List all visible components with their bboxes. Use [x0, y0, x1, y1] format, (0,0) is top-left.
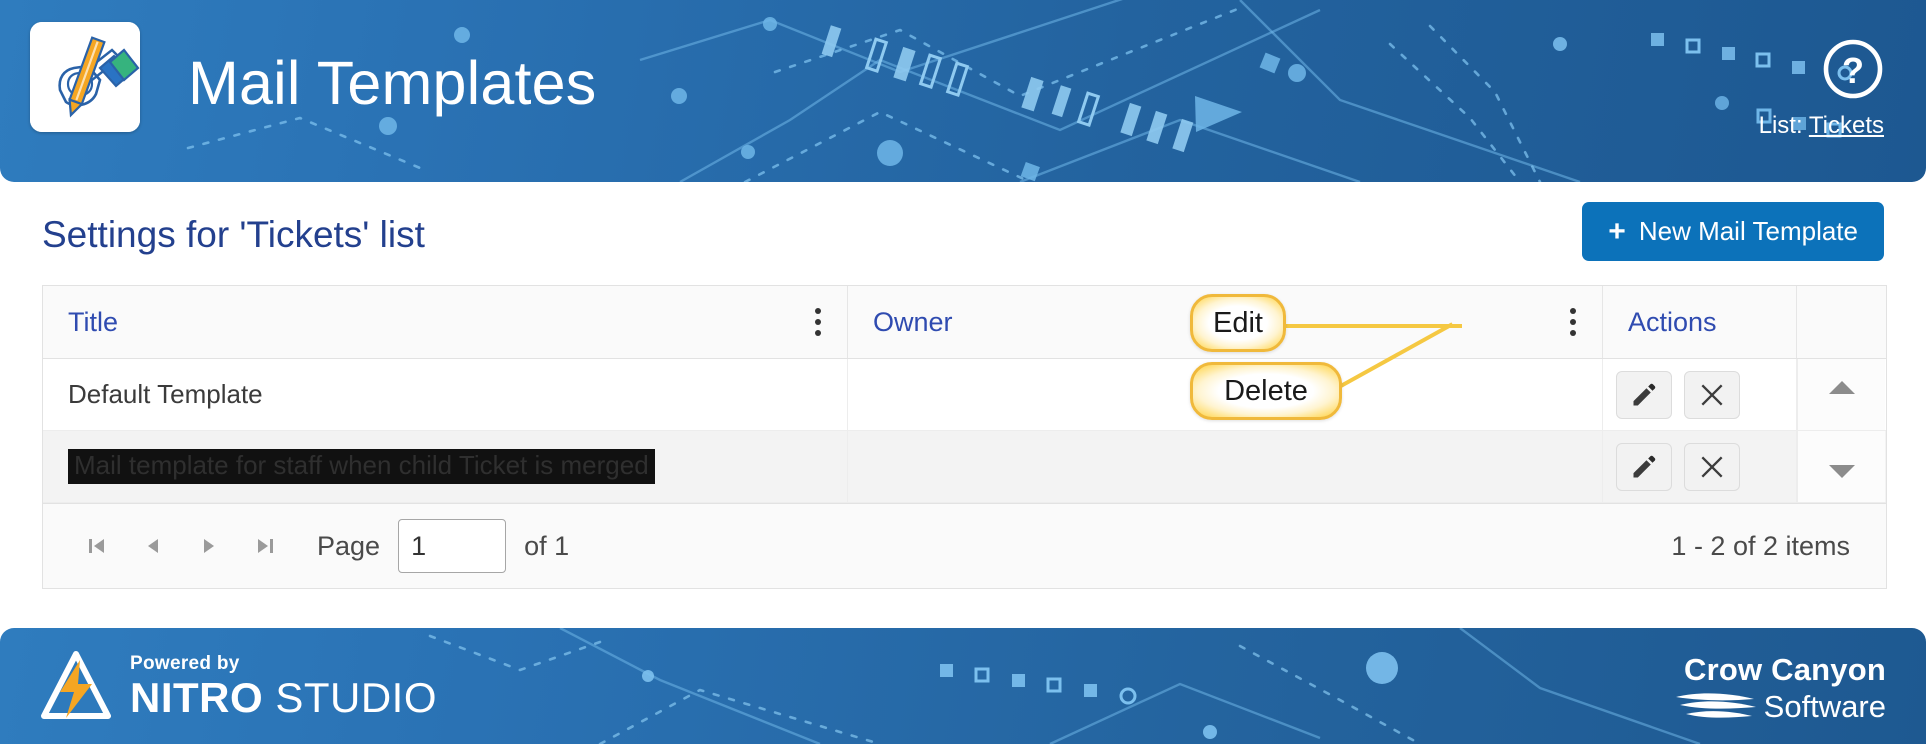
new-mail-template-label: New Mail Template — [1638, 216, 1858, 246]
grid-vertical-scrollbar[interactable] — [1797, 359, 1885, 430]
table-row[interactable]: Mail template for staff when child Ticke… — [43, 431, 1886, 503]
row-title-text-highlighted: Mail template for staff when child Ticke… — [68, 449, 655, 484]
nitro-text-block: Powered by NITRO STUDIO — [130, 654, 437, 719]
powered-by-label: Powered by — [130, 652, 240, 674]
nitro-light-label: STUDIO — [263, 673, 437, 721]
triangle-down-icon[interactable] — [1827, 457, 1857, 488]
table-row[interactable]: Default Template — [43, 359, 1886, 431]
previous-page-button[interactable] — [125, 518, 181, 574]
mail-templates-grid: Title Owner Actions Default Template Mai… — [42, 285, 1887, 589]
new-mail-template-button[interactable]: + New Mail Template — [1582, 202, 1884, 261]
pencil-icon — [1633, 383, 1656, 405]
crow-canyon-software-row: Software — [1672, 689, 1886, 723]
cell-actions — [1603, 359, 1797, 430]
kebab-menu-icon[interactable] — [1562, 305, 1584, 339]
edit-button[interactable] — [1616, 442, 1672, 491]
row-title-text: Default Template — [68, 379, 263, 409]
list-prefix-label: List: — [1758, 112, 1803, 139]
nitro-studio-name: NITRO STUDIO — [130, 673, 437, 721]
wing-swoosh-icon — [1675, 693, 1756, 718]
grid-vertical-scrollbar[interactable] — [1797, 431, 1885, 502]
page-title: Mail Templates — [188, 49, 597, 117]
edit-callout-label: Edit — [1213, 306, 1263, 339]
list-indicator: List: Tickets — [1759, 112, 1884, 140]
first-page-button[interactable] — [69, 518, 125, 574]
cell-actions — [1603, 431, 1797, 502]
edit-callout-leader-line — [1282, 324, 1462, 328]
kebab-menu-icon[interactable] — [807, 305, 829, 339]
page-label: Page — [317, 530, 381, 561]
delete-button[interactable] — [1684, 442, 1740, 491]
crow-canyon-software-label: Software — [1763, 688, 1886, 724]
grid-header-row: Title Owner Actions — [43, 286, 1886, 359]
column-header-actions-label: Actions — [1628, 306, 1717, 337]
delete-callout-label: Delete — [1224, 374, 1308, 407]
mail-templates-page: Mail Templates ? List: Tickets Settings … — [0, 0, 1926, 744]
nitro-bold-label: NITRO — [130, 673, 264, 721]
pencil-writing-icon — [30, 22, 140, 132]
page-number-input[interactable] — [398, 519, 507, 573]
last-page-button[interactable] — [237, 518, 293, 574]
pencil-icon — [1633, 455, 1656, 477]
cell-scroll-spacer — [1797, 431, 1885, 502]
main-content: Settings for 'Tickets' list + New Mail T… — [0, 182, 1926, 628]
app-footer: Powered by NITRO STUDIO Crow Canyon Soft… — [0, 628, 1926, 744]
next-page-button[interactable] — [181, 518, 237, 574]
cell-scroll-spacer — [1797, 359, 1885, 430]
triangle-up-icon[interactable] — [1827, 373, 1857, 404]
column-header-actions: Actions — [1603, 286, 1797, 358]
help-icon[interactable]: ? — [1822, 38, 1884, 100]
column-header-owner-label: Owner — [873, 306, 953, 337]
list-name-link[interactable]: Tickets — [1809, 112, 1884, 139]
settings-heading: Settings for 'Tickets' list — [42, 214, 425, 255]
edit-callout: Edit — [1190, 294, 1286, 352]
first-page-icon — [89, 539, 104, 553]
cell-title: Default Template — [43, 359, 848, 430]
pager-nav-group — [69, 518, 293, 574]
close-x-icon — [1701, 456, 1723, 477]
close-x-icon — [1701, 384, 1723, 405]
grid-pager: Page of 1 1 - 2 of 2 items — [43, 503, 1886, 588]
nitro-studio-logo: Powered by NITRO STUDIO — [36, 650, 437, 722]
edit-button[interactable] — [1616, 370, 1672, 419]
plus-icon: + — [1608, 214, 1626, 248]
items-count-label: 1 - 2 of 2 items — [1671, 530, 1850, 561]
page-total-label: of 1 — [524, 530, 570, 561]
previous-page-icon — [148, 539, 158, 553]
last-page-icon — [258, 539, 273, 553]
delete-callout: Delete — [1190, 362, 1342, 420]
app-header-banner: Mail Templates ? List: Tickets — [0, 0, 1926, 182]
column-header-title-label: Title — [68, 306, 119, 337]
delete-button[interactable] — [1684, 370, 1740, 419]
cell-owner — [848, 431, 1603, 502]
grid-body: Default Template Mail template for staff… — [43, 359, 1886, 503]
cell-title: Mail template for staff when child Ticke… — [43, 431, 848, 502]
crow-canyon-logo: Crow Canyon Software — [1672, 654, 1886, 723]
nitro-bolt-icon — [41, 651, 111, 719]
crow-canyon-name: Crow Canyon — [1684, 652, 1886, 687]
next-page-icon — [204, 539, 214, 553]
grid-header-scroll-spacer — [1797, 286, 1885, 358]
column-header-title[interactable]: Title — [43, 286, 848, 358]
svg-text:?: ? — [1842, 50, 1864, 91]
